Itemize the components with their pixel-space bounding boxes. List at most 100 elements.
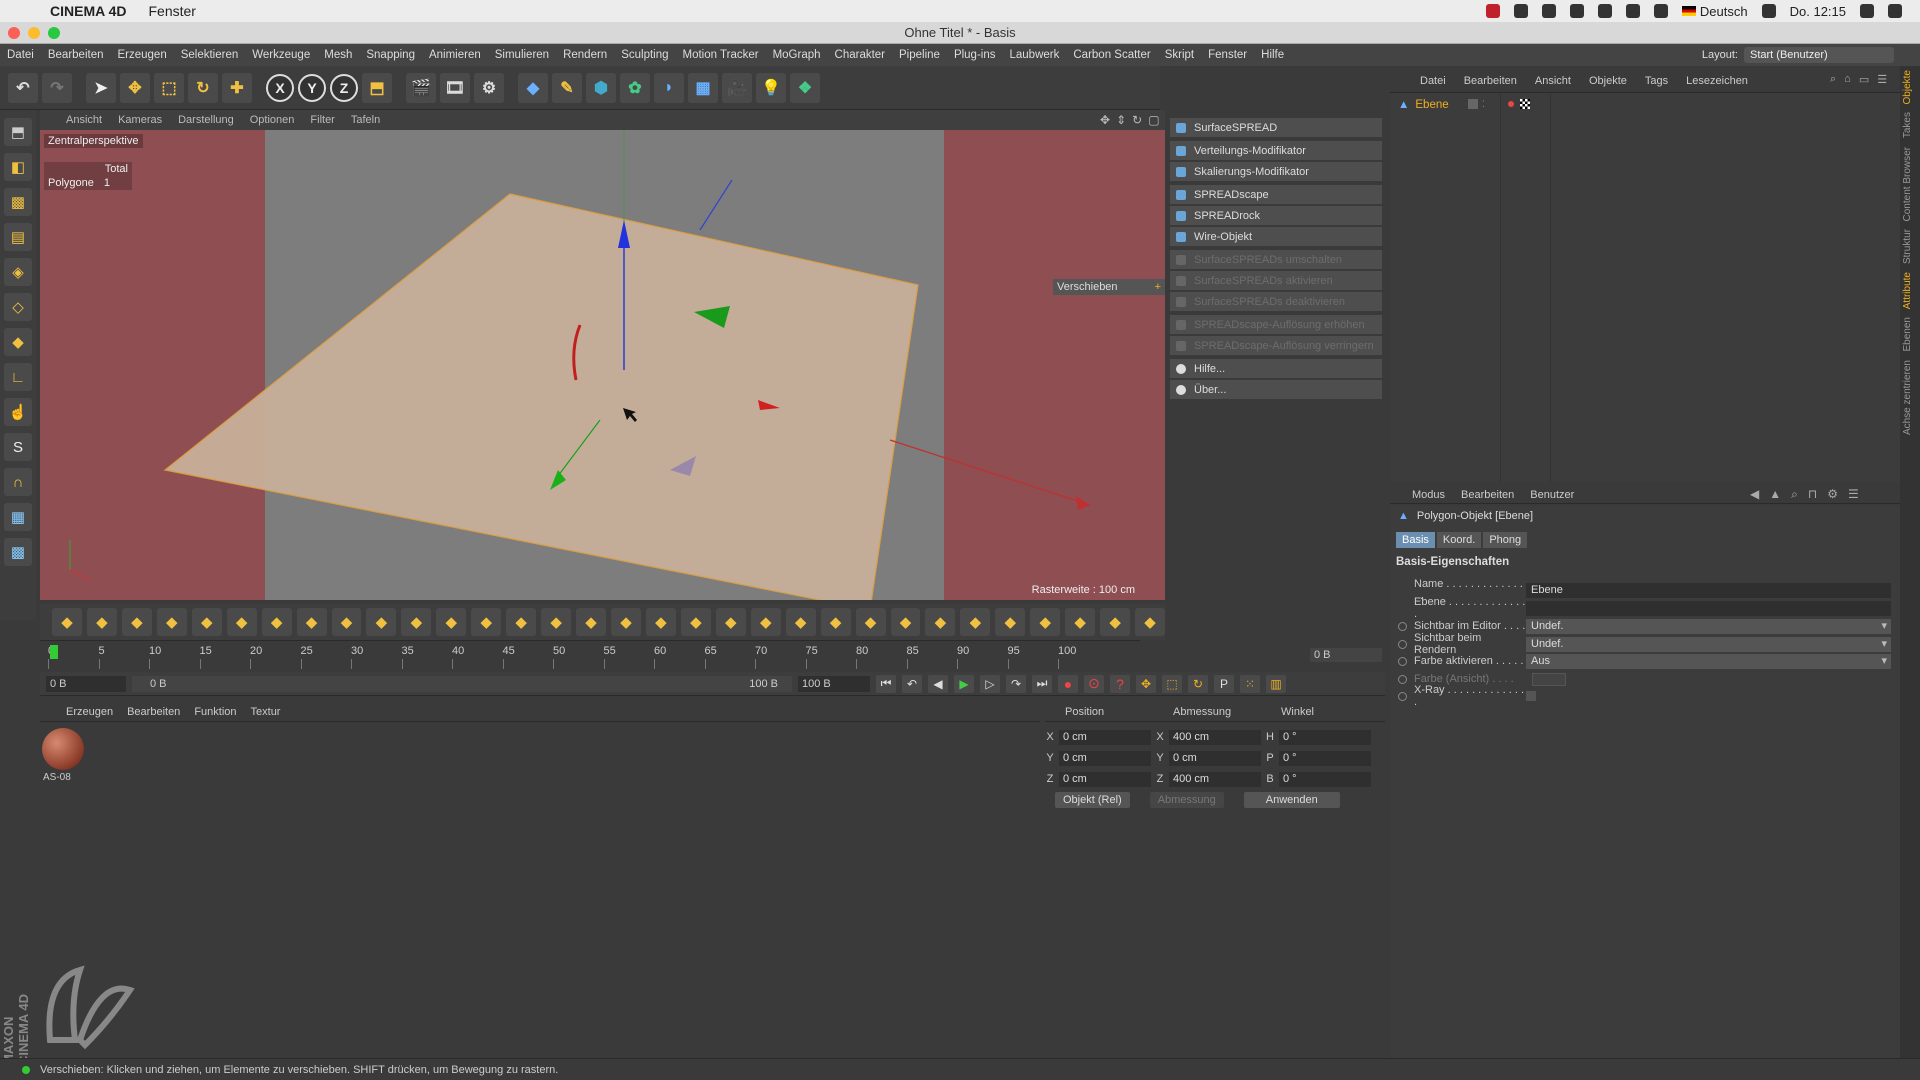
goto-end-icon[interactable]: ⏭: [1032, 674, 1052, 693]
bend-icon[interactable]: ◆: [86, 608, 117, 636]
up-arrow-icon[interactable]: ▲: [1769, 487, 1781, 502]
mograph-cloner-icon[interactable]: ✿: [620, 72, 650, 103]
object-menu-datei[interactable]: Datei: [1420, 75, 1446, 87]
bridge-icon[interactable]: ◆: [296, 608, 327, 636]
undo-icon[interactable]: ↶: [8, 72, 38, 103]
layer-field[interactable]: [1526, 600, 1891, 616]
spread-menu-item[interactable]: Hilfe...: [1170, 359, 1382, 378]
axis-z-button[interactable]: Z: [330, 73, 358, 102]
material-menu-bearbeiten[interactable]: Bearbeiten: [127, 706, 180, 718]
viewport-menu-tafeln[interactable]: Tafeln: [351, 114, 380, 126]
texture-mode-icon[interactable]: ▩: [4, 188, 32, 216]
menu-item-charakter[interactable]: Charakter: [828, 49, 893, 61]
settings-icon[interactable]: ⚙: [1827, 487, 1838, 502]
animate-radio-icon[interactable]: [1398, 639, 1407, 649]
dissolve-icon[interactable]: ◆: [366, 608, 397, 636]
object-menu-bearbeiten[interactable]: Bearbeiten: [1464, 75, 1517, 87]
menu-item-bearbeiten[interactable]: Bearbeiten: [41, 49, 111, 61]
current-frame-field[interactable]: 0 B: [46, 675, 126, 692]
viewport-menu-kameras[interactable]: Kameras: [118, 114, 162, 126]
move-tool-icon[interactable]: ✥: [120, 72, 150, 103]
attribute-dropdown[interactable]: Undef.: [1526, 636, 1891, 652]
viewport-menu-optionen[interactable]: Optionen: [250, 114, 295, 126]
menu-item-carbon-scatter[interactable]: Carbon Scatter: [1066, 49, 1157, 61]
close-window-button[interactable]: [8, 27, 20, 39]
inner-extrude-icon[interactable]: ◆: [226, 608, 257, 636]
parameter-key-icon[interactable]: P: [1214, 674, 1234, 693]
toggle-view-icon[interactable]: ▢: [1148, 113, 1159, 127]
search-icon[interactable]: ⌕: [1830, 73, 1836, 86]
make-editable-icon[interactable]: ⬒: [4, 118, 32, 146]
slide-icon[interactable]: ◆: [541, 608, 572, 636]
timeline-window-icon[interactable]: ▥: [1266, 674, 1286, 693]
menu-item-laubwerk[interactable]: Laubwerk: [1003, 49, 1067, 61]
position-field[interactable]: 0 cm: [1059, 771, 1151, 787]
panel-menu-icon[interactable]: ☰: [1848, 487, 1859, 502]
volume-icon[interactable]: [1761, 4, 1776, 18]
live-select-icon[interactable]: ✚: [222, 72, 252, 103]
material-menu-erzeugen[interactable]: Erzeugen: [66, 706, 113, 718]
timemachine-icon[interactable]: [1653, 4, 1668, 18]
light-icon[interactable]: 💡: [756, 72, 786, 103]
object-menu-lesezeichen[interactable]: Lesezeichen: [1686, 75, 1748, 87]
menu-item-werkzeuge[interactable]: Werkzeuge: [245, 49, 317, 61]
side-tab-takes[interactable]: Takes: [1900, 108, 1915, 142]
orbit-icon[interactable]: ◆: [1065, 608, 1096, 636]
menu-item-sculpting[interactable]: Sculpting: [614, 49, 675, 61]
scale-key-icon[interactable]: ⬚: [1162, 674, 1182, 693]
scale-tool-icon[interactable]: ⬚: [154, 72, 184, 103]
arrange-icon[interactable]: ◆: [52, 608, 82, 636]
polygon-pen-icon[interactable]: ◆: [785, 608, 816, 636]
menu-item-plug-ins[interactable]: Plug-ins: [947, 49, 1003, 61]
back-arrow-icon[interactable]: ◀: [1750, 487, 1759, 502]
side-tab-attribute[interactable]: Attribute: [1900, 268, 1915, 313]
attribute-menu-benutzer[interactable]: Benutzer: [1530, 489, 1574, 501]
texture-tag-icon[interactable]: [1520, 99, 1530, 109]
menu-item-motion-tracker[interactable]: Motion Tracker: [676, 49, 766, 61]
viewport-menu-ansicht[interactable]: Ansicht: [66, 114, 102, 126]
spread-menu-item[interactable]: Über...: [1170, 380, 1382, 399]
name-field[interactable]: Ebene: [1526, 582, 1891, 598]
sculpt-icon[interactable]: ◆: [995, 608, 1026, 636]
spread-menu-item[interactable]: Skalierungs-Modifikator: [1170, 162, 1382, 181]
playhead[interactable]: [50, 645, 58, 659]
points-mode-icon[interactable]: ◈: [4, 258, 32, 286]
menu-item-selektieren[interactable]: Selektieren: [174, 49, 246, 61]
new-view-icon[interactable]: ▭: [1859, 73, 1869, 86]
object-menu-objekte[interactable]: Objekte: [1589, 75, 1627, 87]
position-field[interactable]: 0 cm: [1059, 729, 1151, 745]
deformer-icon[interactable]: ◗: [654, 72, 684, 103]
flip-icon[interactable]: ◆: [471, 608, 502, 636]
visibility-dots-icon[interactable]: ⁚: [1482, 99, 1485, 110]
select-tool-icon[interactable]: ➤: [86, 72, 116, 103]
floor-environment-icon[interactable]: ▦: [688, 72, 718, 103]
apply-button[interactable]: Anwenden: [1243, 792, 1340, 808]
size-field[interactable]: 400 cm: [1169, 729, 1261, 745]
rotation-field[interactable]: 0 °: [1279, 729, 1371, 745]
keyframe-selection-icon[interactable]: ?: [1110, 674, 1130, 693]
point-level-icon[interactable]: ⁙: [1240, 674, 1260, 693]
menu-item-rendern[interactable]: Rendern: [556, 49, 614, 61]
pen-spline-icon[interactable]: ✎: [552, 72, 582, 103]
tab-basis[interactable]: Basis: [1396, 532, 1435, 548]
box-icon[interactable]: ◆: [436, 608, 467, 636]
clock[interactable]: Do. 12:15: [1790, 4, 1846, 19]
end-frame-field[interactable]: 100 B: [798, 675, 870, 692]
goto-start-icon[interactable]: ⏮: [876, 674, 896, 693]
side-tab-ebenen[interactable]: Ebenen: [1900, 313, 1915, 355]
snapping-icon[interactable]: S: [4, 433, 32, 461]
array-icon[interactable]: ◆: [855, 608, 886, 636]
menu-item-simulieren[interactable]: Simulieren: [488, 49, 556, 61]
extrude-icon[interactable]: ◆: [191, 608, 222, 636]
layer-icon[interactable]: [1468, 99, 1478, 109]
menu-list-icon[interactable]: [1888, 4, 1902, 18]
align-icon[interactable]: ◆: [680, 608, 711, 636]
polygons-mode-icon[interactable]: ◆: [4, 328, 32, 356]
model-mode-icon[interactable]: ◧: [4, 153, 32, 181]
red-status-icon[interactable]: [1485, 4, 1500, 18]
attribute-menu-modus[interactable]: Modus: [1412, 489, 1445, 501]
material-name[interactable]: AS-08: [43, 772, 71, 783]
creative-cloud-icon[interactable]: [1513, 4, 1528, 18]
home-icon[interactable]: ⌂: [1844, 73, 1851, 86]
settings-icon[interactable]: ◆: [1030, 608, 1061, 636]
